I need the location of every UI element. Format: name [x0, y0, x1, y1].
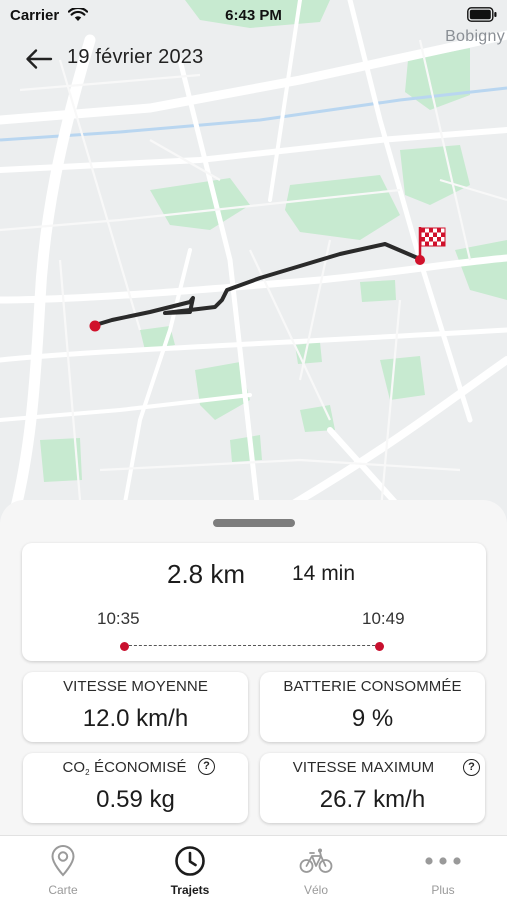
arrow-left-icon [26, 49, 53, 69]
trip-duration: 14 min [292, 562, 356, 585]
page-title: 19 février 2023 [67, 46, 204, 68]
status-bar: Carrier 6:43 PM [0, 0, 507, 30]
stat-value: 26.7 km/h [319, 786, 426, 813]
tab-label: Trajets [170, 883, 210, 897]
tab-velo[interactable]: Vélo [253, 836, 379, 900]
start-marker [89, 320, 101, 332]
status-time: 6:43 PM [225, 7, 282, 24]
trip-map[interactable] [0, 0, 507, 530]
tab-label: Plus [431, 883, 455, 897]
stat-co2-saved: CO2 ÉCONOMISÉ ? 0.59 kg [23, 753, 248, 823]
bike-icon [299, 848, 333, 873]
trip-distance: 2.8 km [167, 559, 246, 589]
map-road [0, 327, 507, 363]
stat-battery-used: BATTERIE CONSOMMÉE 9 % [260, 672, 485, 742]
help-icon[interactable]: ? [198, 758, 215, 775]
stat-value: 9 % [351, 705, 394, 732]
co2-prefix: CO [62, 759, 86, 776]
stat-value: 12.0 km/h [82, 705, 189, 732]
timeline-start-dot [120, 642, 129, 651]
more-dots-icon [425, 857, 461, 865]
map-background [0, 0, 507, 530]
map-park [455, 240, 507, 300]
map-pin-icon [51, 845, 75, 877]
tab-trajets[interactable]: Trajets [127, 836, 253, 900]
map-park [150, 178, 250, 230]
stat-value: 0.59 kg [96, 786, 175, 813]
co2-subscript: 2 [85, 768, 90, 777]
sheet-drag-handle[interactable] [213, 519, 295, 527]
tab-label: Carte [48, 883, 78, 897]
co2-title-rest: ÉCONOMISÉ [89, 759, 187, 776]
map-road [268, 0, 302, 202]
stat-average-speed: VITESSE MOYENNE 12.0 km/h [23, 672, 248, 742]
trip-start-time: 10:35 [97, 609, 140, 628]
back-button[interactable] [22, 45, 56, 73]
trip-timeline [120, 642, 384, 651]
battery-icon [467, 7, 497, 22]
timeline-end-dot [375, 642, 384, 651]
map-park [360, 280, 396, 302]
tab-plus[interactable]: Plus [380, 836, 506, 900]
tab-bar: Carte Trajets Vélo Plus [0, 835, 507, 900]
stat-title: VITESSE MOYENNE [63, 678, 208, 695]
trip-end-time: 10:49 [362, 609, 405, 628]
stat-title: BATTERIE CONSOMMÉE [283, 678, 462, 695]
map-park [380, 356, 425, 400]
trip-details-sheet: 2.8 km 14 min 10:35 10:49 VITESSE MOYENN… [0, 500, 507, 835]
tab-carte[interactable]: Carte [0, 836, 126, 900]
tab-label: Vélo [303, 883, 329, 897]
clock-icon [175, 846, 205, 876]
stat-title: VITESSE MAXIMUM [292, 759, 435, 776]
help-icon[interactable]: ? [463, 759, 480, 776]
finish-flag-icon [418, 227, 446, 260]
trip-summary-card: 2.8 km 14 min 10:35 10:49 [22, 543, 486, 661]
timeline-dashed-line [124, 645, 380, 646]
map-park [400, 145, 470, 205]
map-park [285, 175, 400, 240]
map-park [230, 435, 262, 462]
stat-max-speed: VITESSE MAXIMUM ? 26.7 km/h [260, 753, 485, 823]
map-place-label: Bobigny [445, 28, 505, 45]
